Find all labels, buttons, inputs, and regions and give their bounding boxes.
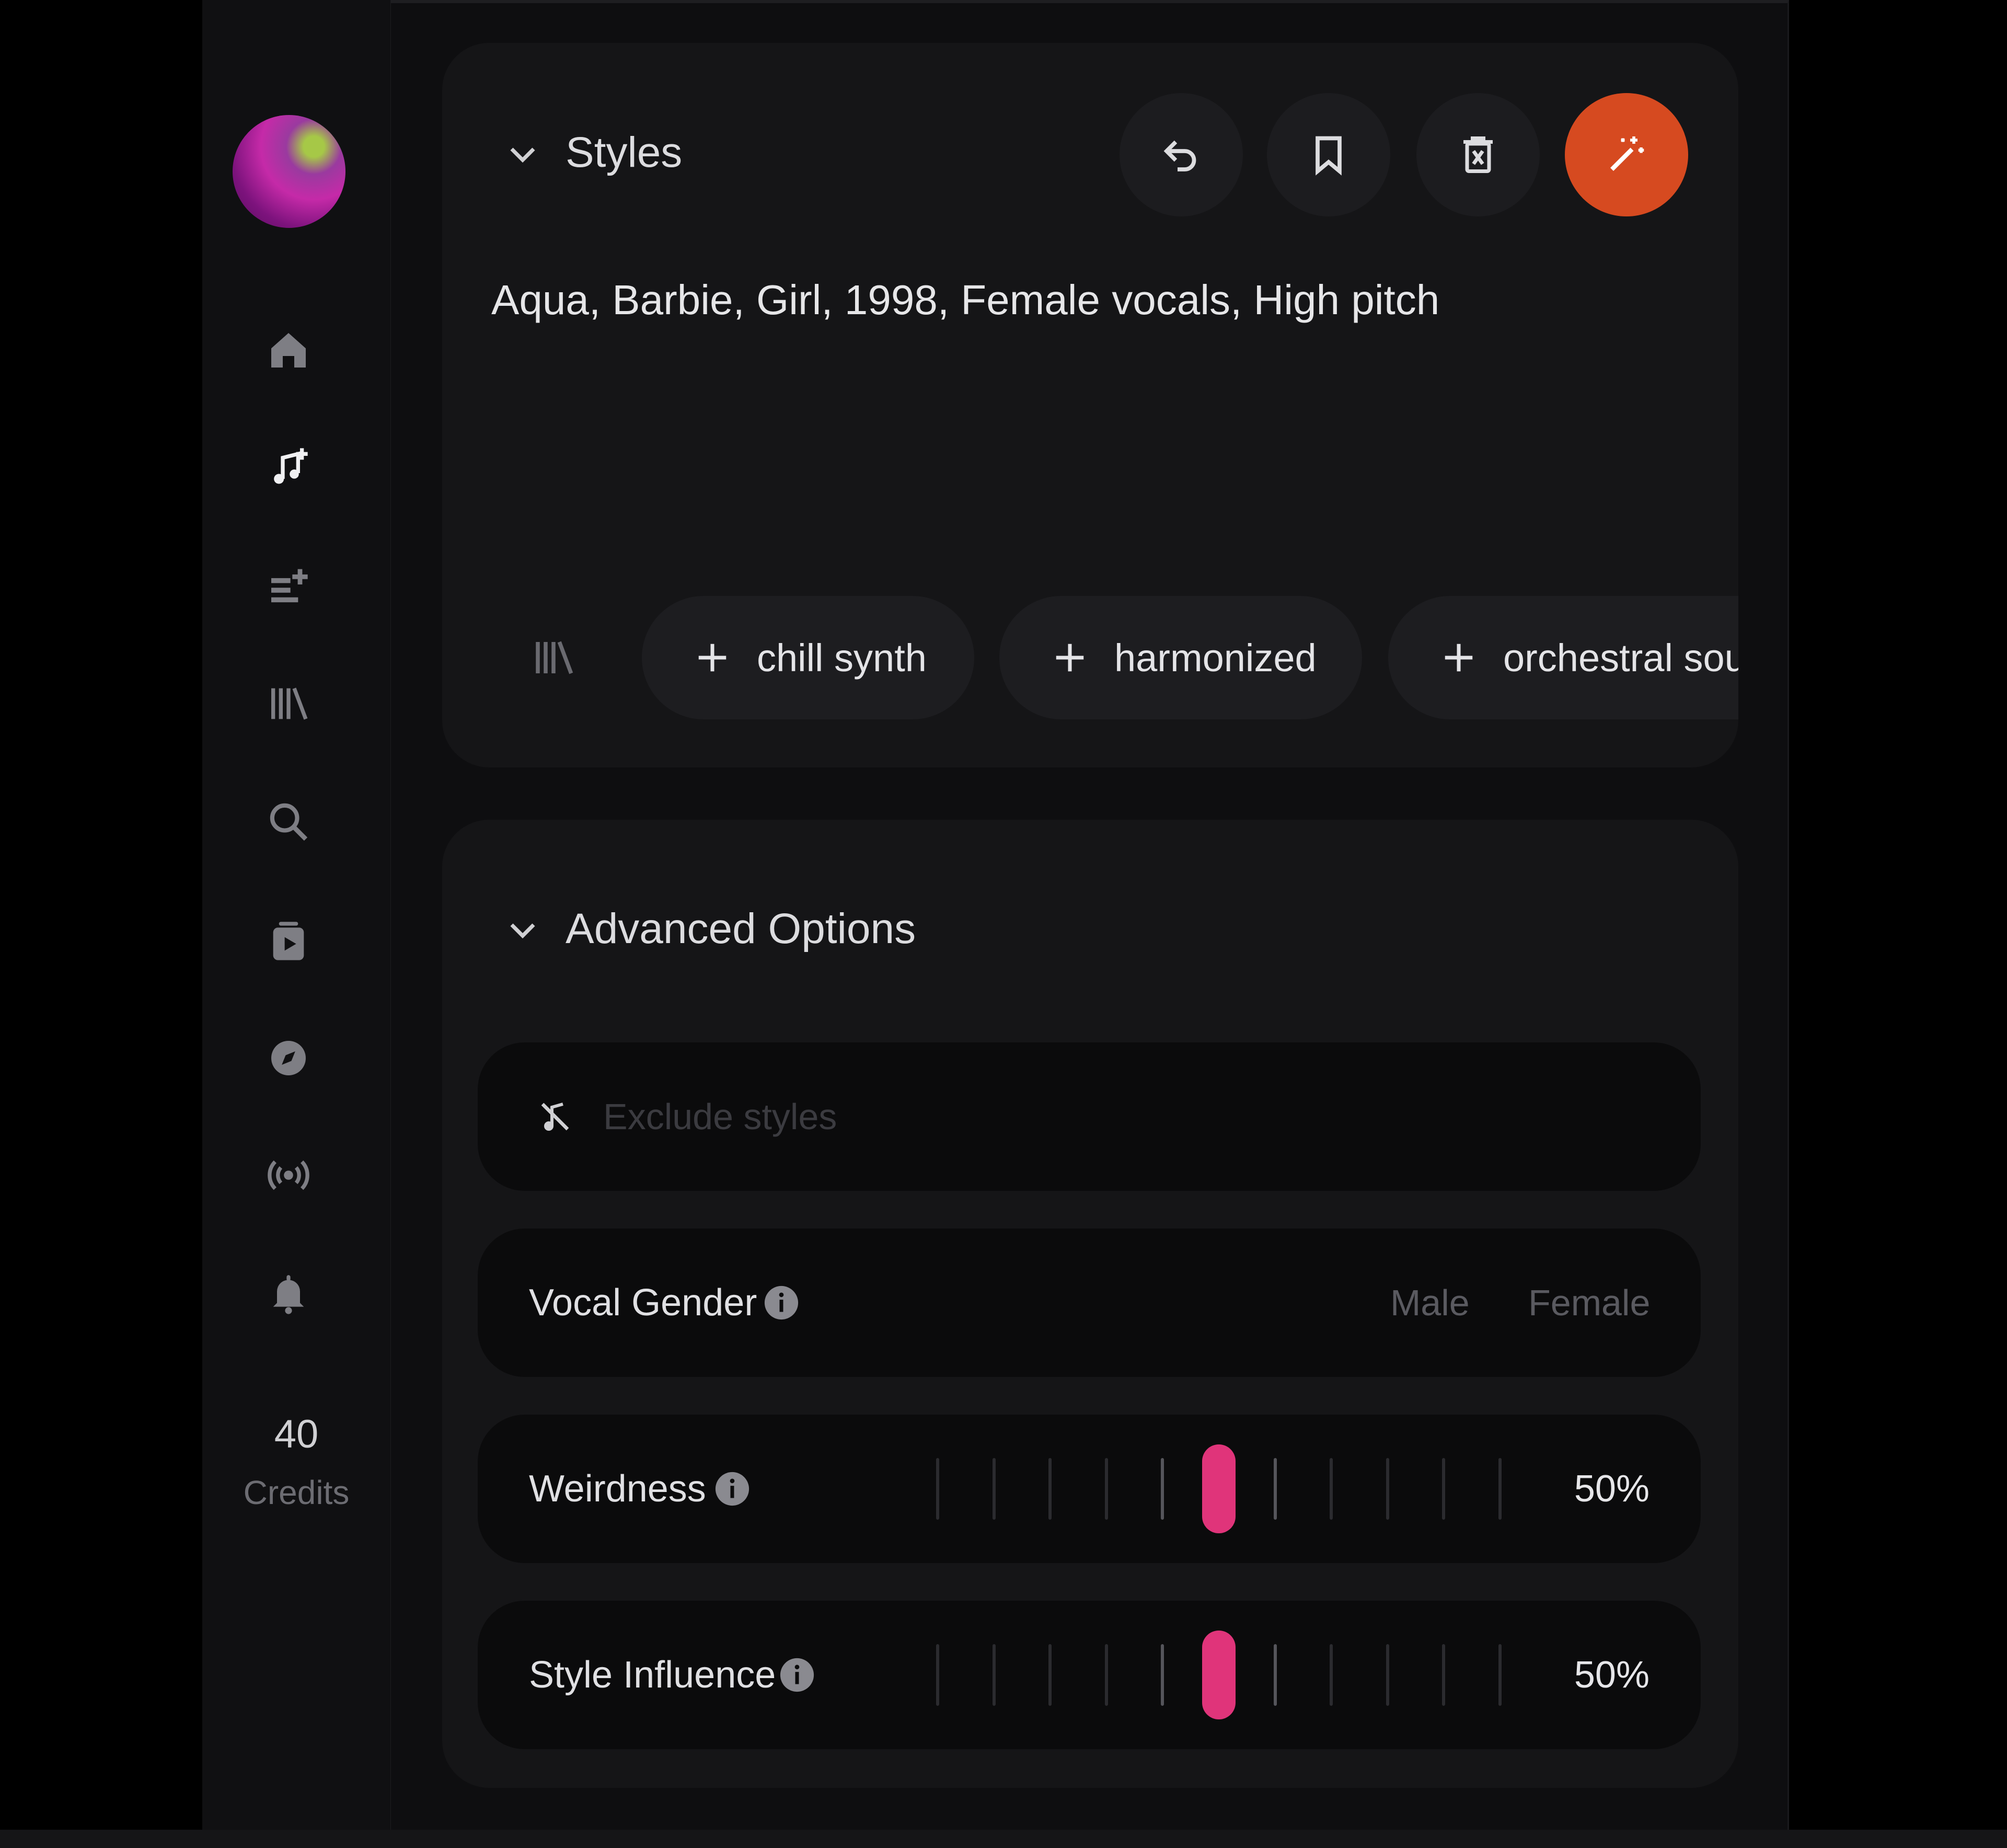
- info-icon[interactable]: [763, 1284, 800, 1321]
- gender-option-female[interactable]: Female: [1528, 1229, 1650, 1377]
- undo-icon: [1163, 140, 1196, 171]
- explore-compass-icon[interactable]: [259, 1029, 318, 1087]
- slider-tick: [1048, 1458, 1052, 1520]
- tag-label: orchestral sou: [1503, 636, 1738, 680]
- slider-tick: [1386, 1644, 1389, 1706]
- radio-broadcast-icon[interactable]: [259, 1146, 318, 1204]
- slider-tick: [1442, 1644, 1446, 1706]
- slider-tick: [992, 1458, 996, 1520]
- slider-tick: [936, 1458, 939, 1520]
- undo-button[interactable]: [1120, 93, 1243, 216]
- styles-text[interactable]: Aqua, Barbie, Girl, 1998, Female vocals,…: [491, 276, 1439, 324]
- credits-count: 40: [274, 1412, 319, 1456]
- slider-tick: [1386, 1458, 1389, 1520]
- clear-icon: [1463, 136, 1493, 173]
- tag-label: chill synth: [757, 636, 927, 680]
- tag-label: harmonized: [1114, 636, 1317, 680]
- bell-icon[interactable]: [259, 1264, 318, 1323]
- weirdness-value: 50%: [1574, 1468, 1650, 1510]
- slider-tick: [1498, 1644, 1502, 1706]
- vocal-gender-row: Vocal Gender Male Female: [478, 1229, 1701, 1377]
- slider-tick: [1161, 1458, 1164, 1520]
- slider-tick: [1273, 1458, 1277, 1520]
- exclude-music-icon: [541, 1103, 569, 1131]
- slider-tick: [1104, 1644, 1108, 1706]
- exclude-styles-input[interactable]: Exclude styles: [603, 1042, 837, 1191]
- slider-tick: [1161, 1644, 1164, 1706]
- styles-title[interactable]: Styles: [566, 128, 682, 177]
- slider-tick: [1273, 1644, 1277, 1706]
- slider-tick: [1442, 1458, 1446, 1520]
- slider-tick: [992, 1644, 996, 1706]
- style-tag-row: chill synth harmonized orchestral sou: [491, 596, 1738, 721]
- bookmark-icon: [1316, 136, 1342, 176]
- plus-icon: [698, 644, 726, 672]
- bookmark-button[interactable]: [1267, 93, 1390, 216]
- slider-tick: [1330, 1644, 1333, 1706]
- plus-icon: [1445, 644, 1473, 672]
- slider-tick: [1104, 1458, 1108, 1520]
- magic-wand-icon: [1610, 136, 1644, 171]
- style-tag[interactable]: chill synth: [642, 596, 974, 719]
- style-influence-row: Style Influence 50%: [478, 1601, 1701, 1749]
- search-icon[interactable]: [259, 793, 318, 851]
- chevron-down-icon[interactable]: [504, 911, 541, 948]
- slider-tick: [1048, 1644, 1052, 1706]
- weirdness-row: Weirdness 50%: [478, 1415, 1701, 1563]
- slider-thumb[interactable]: [1202, 1444, 1236, 1533]
- style-influence-value: 50%: [1574, 1654, 1650, 1696]
- info-icon[interactable]: [714, 1471, 751, 1507]
- magic-wand-button[interactable]: [1565, 93, 1688, 216]
- plus-icon: [1056, 644, 1084, 672]
- slider-tick: [936, 1644, 939, 1706]
- playlist-add-icon[interactable]: [259, 555, 318, 614]
- weirdness-label: Weirdness: [529, 1468, 706, 1510]
- slider-thumb[interactable]: [1202, 1631, 1236, 1719]
- exclude-styles-field[interactable]: Exclude styles: [478, 1042, 1701, 1191]
- bottom-bar: [0, 1830, 2007, 1848]
- create-music-icon[interactable]: [259, 438, 318, 497]
- slider-tick: [1498, 1458, 1502, 1520]
- style-tag[interactable]: orchestral sou: [1388, 596, 1738, 719]
- style-tag[interactable]: harmonized: [999, 596, 1362, 719]
- gender-option-male[interactable]: Male: [1390, 1229, 1470, 1377]
- library-icon[interactable]: [259, 674, 318, 733]
- clear-button[interactable]: [1416, 93, 1540, 216]
- credits-label: Credits: [243, 1474, 350, 1511]
- info-icon[interactable]: [779, 1657, 815, 1693]
- slider-tick: [1330, 1458, 1333, 1520]
- chevron-down-icon[interactable]: [504, 135, 541, 173]
- avatar[interactable]: [233, 115, 345, 228]
- home-icon[interactable]: [259, 321, 318, 380]
- vocal-gender-label: Vocal Gender: [529, 1282, 757, 1324]
- style-influence-label: Style Influence: [529, 1654, 776, 1696]
- video-icon[interactable]: [259, 912, 318, 970]
- advanced-options-title[interactable]: Advanced Options: [566, 904, 916, 954]
